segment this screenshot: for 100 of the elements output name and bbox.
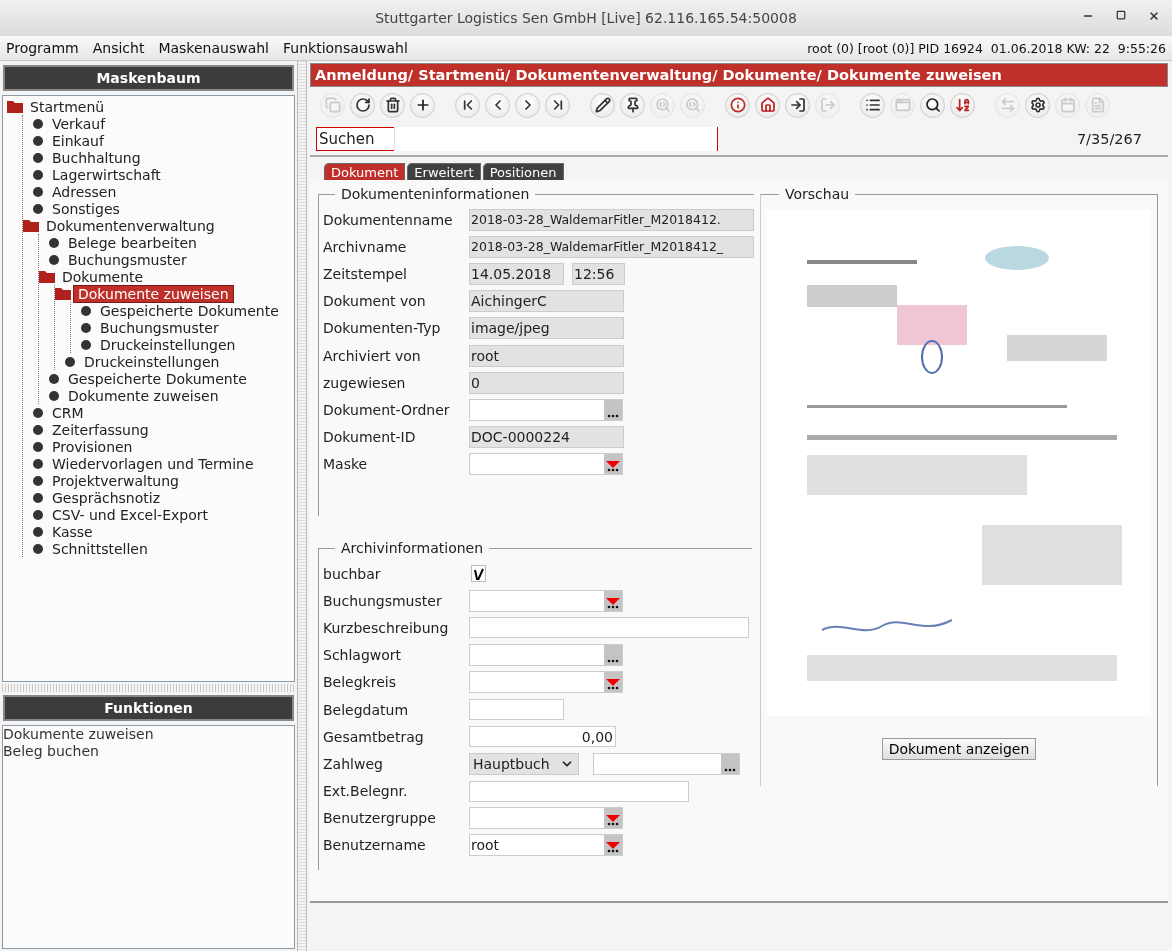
- tree-item[interactable]: Druckeinstellungen: [95, 335, 241, 354]
- tree-item[interactable]: Dokumente zuweisen: [63, 386, 224, 405]
- lookup-field[interactable]: [593, 752, 740, 775]
- text-field[interactable]: DOC-0000224: [469, 426, 624, 449]
- menu-item[interactable]: Funktionsauswahl: [283, 40, 408, 56]
- tree-item[interactable]: Adressen: [47, 182, 122, 201]
- text-field[interactable]: [469, 617, 749, 639]
- find-icon: [684, 97, 701, 113]
- dropdown-field[interactable]: root: [469, 834, 623, 857]
- record-counter: 7/35/267: [1076, 131, 1142, 147]
- next-button[interactable]: [515, 92, 540, 118]
- tree-item[interactable]: Einkauf: [47, 131, 109, 150]
- lookup-button[interactable]: [721, 753, 739, 774]
- text-field[interactable]: [469, 780, 689, 802]
- bullet-icon: [33, 441, 43, 452]
- bullet-icon: [81, 322, 91, 333]
- search-field[interactable]: Suchen: [316, 127, 718, 151]
- menu-item[interactable]: Ansicht: [92, 40, 145, 56]
- tree-item[interactable]: Gesprächsnotiz: [47, 488, 165, 507]
- text-field[interactable]: 0: [469, 371, 624, 394]
- menu-item[interactable]: Programm: [6, 40, 79, 56]
- maximize-icon[interactable]: [1116, 10, 1126, 20]
- tree-item[interactable]: Zeiterfassung: [47, 420, 154, 439]
- previous-button[interactable]: [485, 92, 510, 118]
- tree-item[interactable]: Projektverwaltung: [47, 471, 184, 490]
- text-field[interactable]: root: [469, 344, 624, 367]
- caret-icon: [606, 679, 620, 687]
- dropdown-button[interactable]: [604, 454, 622, 475]
- menu-item[interactable]: Maskenauswahl: [158, 40, 269, 56]
- lookup-field[interactable]: [469, 644, 623, 667]
- lookup-button[interactable]: [604, 645, 622, 666]
- text-field[interactable]: 2018-03-28_WaldemarFitler_M2018412_: [469, 235, 754, 258]
- login-button[interactable]: [785, 92, 810, 118]
- tree-item[interactable]: Lagerwirtschaft: [47, 165, 166, 184]
- add-button[interactable]: [410, 92, 435, 118]
- text-field[interactable]: AichingerC: [469, 290, 624, 313]
- dropdown-button[interactable]: [604, 590, 622, 611]
- dropdown-field[interactable]: [469, 589, 623, 612]
- dropdown-field[interactable]: [469, 671, 623, 694]
- last-button[interactable]: [545, 92, 570, 118]
- function-item[interactable]: Dokumente zuweisen: [3, 726, 294, 743]
- dropdown-field[interactable]: [469, 807, 623, 830]
- tree-item[interactable]: Schnittstellen: [47, 539, 153, 558]
- date-field[interactable]: [469, 699, 564, 721]
- edit-button[interactable]: [590, 92, 615, 118]
- dots-icon: [607, 686, 619, 691]
- swap-icon: [999, 97, 1016, 113]
- search-button[interactable]: [920, 92, 945, 118]
- lookup-button[interactable]: [604, 399, 622, 420]
- checkbox[interactable]: [471, 565, 486, 583]
- text-field[interactable]: 2018-03-28_WaldemarFitler_M2018412.: [469, 208, 754, 231]
- tree-item[interactable]: Wiedervorlagen und Termine: [47, 454, 259, 473]
- tab[interactable]: Dokument: [324, 163, 406, 180]
- tree-item[interactable]: Druckeinstellungen: [79, 352, 225, 371]
- info-button[interactable]: [725, 92, 750, 118]
- bullet-icon: [33, 509, 43, 520]
- dropdown-button[interactable]: [604, 808, 622, 829]
- tree-item[interactable]: Verkauf: [47, 114, 111, 133]
- delete-button[interactable]: [380, 92, 405, 118]
- settings-button[interactable]: [1025, 92, 1050, 118]
- tree-item[interactable]: Sonstiges: [47, 199, 125, 218]
- show-document-button[interactable]: Dokument anzeigen: [881, 738, 1037, 760]
- amount-field[interactable]: 0,00: [469, 726, 616, 748]
- tree-item[interactable]: Startmenü: [25, 97, 110, 116]
- lookup-field[interactable]: [469, 398, 623, 421]
- field-label: Benutzergruppe: [323, 810, 437, 827]
- list-icon: [864, 97, 881, 113]
- first-button[interactable]: [455, 92, 480, 118]
- tree-item[interactable]: CSV- und Excel-Export: [47, 505, 213, 524]
- date-field[interactable]: 14.05.2018: [469, 262, 564, 285]
- time-field[interactable]: 12:56: [572, 262, 625, 285]
- bullet-icon: [33, 424, 43, 435]
- field-label: Maske: [323, 456, 369, 473]
- tree-item[interactable]: Dokumente: [57, 267, 149, 286]
- list-button[interactable]: [860, 92, 885, 118]
- tab[interactable]: Erweitert: [407, 163, 481, 180]
- tree-item[interactable]: Kasse: [47, 522, 98, 541]
- tab[interactable]: Positionen: [482, 163, 564, 180]
- tree-item[interactable]: Belege bearbeiten: [63, 233, 202, 252]
- tree-item[interactable]: Gespeicherte Dokumente: [95, 301, 284, 320]
- dropdown-button[interactable]: [604, 672, 622, 693]
- refresh-button[interactable]: [350, 92, 375, 118]
- tree-item[interactable]: Buchhaltung: [47, 148, 146, 167]
- tree-item[interactable]: Dokumente zuweisen: [73, 284, 234, 303]
- text-field[interactable]: image/jpeg: [469, 317, 624, 340]
- tree-item[interactable]: Buchungsmuster: [95, 318, 224, 337]
- tree-item[interactable]: Dokumentenverwaltung: [41, 216, 220, 235]
- tree-item[interactable]: Gespeicherte Dokumente: [63, 369, 252, 388]
- dropdown-field[interactable]: [469, 453, 623, 476]
- function-item[interactable]: Beleg buchen: [3, 743, 294, 760]
- home-button[interactable]: [755, 92, 780, 118]
- pin-button[interactable]: [620, 92, 645, 118]
- tree-item[interactable]: Provisionen: [47, 437, 138, 456]
- select-field[interactable]: Hauptbuch: [469, 752, 579, 775]
- close-icon[interactable]: [1148, 10, 1160, 22]
- status-text: root (0) [root (0)] PID 16924 01.06.2018 KW: 22 9:55:26: [807, 40, 1166, 56]
- dropdown-button[interactable]: [604, 835, 622, 856]
- sort-button[interactable]: [950, 92, 975, 118]
- tree-item[interactable]: Buchungsmuster: [63, 250, 192, 269]
- tree-item[interactable]: CRM: [47, 403, 89, 422]
